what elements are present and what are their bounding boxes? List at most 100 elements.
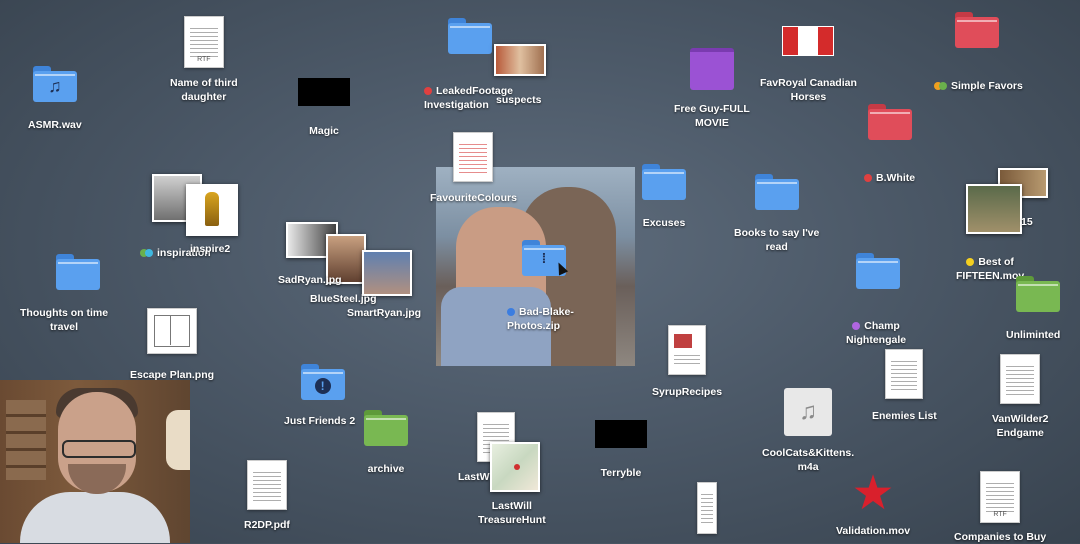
r2dp-label: R2DP.pdf [244, 519, 290, 531]
folder-icon [868, 104, 912, 140]
champ-folder[interactable] [856, 253, 900, 289]
canadian-horses-file[interactable]: FavRoyal Canadian Horses [760, 26, 857, 104]
escape-plan-file[interactable]: Escape Plan.png [130, 308, 214, 382]
unlimited-folder[interactable]: Unliminted [1006, 276, 1060, 342]
exclamation-icon: ! [301, 374, 345, 395]
folder-icon: ! [300, 364, 345, 400]
canada-flag-thumbnail [782, 26, 835, 56]
folder-icon: ♫ [32, 66, 77, 102]
just-friends-label: Just Friends 2 [284, 415, 356, 427]
magic-label: Magic [309, 125, 339, 137]
document-icon [668, 325, 707, 375]
thoughts-folder[interactable]: Thoughts on time travel [20, 254, 108, 334]
document-icon [1000, 354, 1041, 404]
excuses-folder[interactable]: Excuses [642, 164, 686, 230]
books-folder[interactable]: Books to say I've read [734, 174, 819, 254]
rtf-document-icon: RTF [980, 471, 1021, 523]
r2dp-file[interactable]: R2DP.pdf [244, 460, 290, 532]
pdf-document-icon [246, 460, 287, 510]
folder-icon [1015, 276, 1060, 312]
bad-blake-label: Bad-Blake- Photos.zip [507, 306, 574, 332]
just-friends-folder[interactable]: ! Just Friends 2 [284, 364, 355, 428]
fifteen-side-label: 15 [1021, 216, 1033, 228]
yellow-tag-icon [966, 258, 975, 266]
document-icon [885, 349, 924, 399]
movie-file-icon [689, 48, 734, 90]
smartryan-label: SmartRyan.jpg [347, 307, 422, 319]
unlimited-label: Unliminted [1006, 329, 1061, 341]
treasure-map-thumbnail[interactable] [490, 442, 540, 492]
terryble-file[interactable]: Terryble [595, 420, 647, 480]
folder-icon [856, 253, 900, 289]
music-note-icon: ♫ [48, 76, 62, 96]
asmr-folder[interactable]: ♫ ASMR.wav [28, 66, 82, 132]
folder-icon [56, 254, 101, 290]
lastwill-label: LastWill TreasureHunt [478, 500, 546, 526]
lastw-label: LastW [458, 471, 490, 483]
enemies-list-file[interactable]: Enemies List [872, 349, 937, 423]
smartryan-thumbnail[interactable] [362, 250, 412, 296]
syrup-recipes-file[interactable]: SyrupRecipes [652, 325, 722, 399]
favourite-colours-label: FavouriteColours [430, 192, 517, 204]
suspects-label: suspects [496, 94, 542, 106]
folder-icon [754, 174, 799, 210]
free-guy-file[interactable]: Free Guy-FULL MOVIE [674, 48, 750, 130]
document-icon [453, 132, 494, 182]
simple-favors-label: Simple Favors [934, 65, 1023, 93]
blue-tag-icon [507, 308, 515, 316]
coolcats-label: CoolCats&Kittens. m4a [762, 447, 855, 473]
books-label: Books to say I've read [734, 227, 820, 253]
b-white-folder[interactable] [868, 104, 912, 140]
desktop: { "icons": { "asmr": {"label": "ASMR.wav… [0, 0, 1080, 543]
asmr-label: ASMR.wav [28, 119, 82, 131]
third-daughter-label: Name of third daughter [170, 77, 238, 103]
free-guy-label: Free Guy-FULL MOVIE [674, 103, 750, 129]
floorplan-thumbnail [147, 308, 198, 354]
coolcats-file[interactable]: ♫ CoolCats&Kittens. m4a [762, 388, 854, 474]
sadryan-label: SadRyan.jpg [278, 274, 342, 286]
folder-icon [448, 18, 492, 54]
purple-tag-icon [852, 322, 861, 330]
b-white-label: B.White [864, 157, 915, 185]
folder-icon [955, 12, 999, 48]
companies-label: Companies to Buy [954, 531, 1047, 543]
favourite-colours-file[interactable]: FavouriteColours [430, 132, 517, 205]
video-thumbnail [298, 78, 350, 106]
video-thumbnail [595, 420, 647, 448]
excuses-label: Excuses [642, 217, 686, 229]
suspects-thumbnail[interactable] [494, 44, 546, 76]
red-tag-icon [424, 87, 432, 95]
archive-label: archive [367, 463, 405, 475]
third-daughter-file[interactable]: RTF Name of third daughter [170, 16, 238, 104]
companies-file[interactable]: RTF Companies to Buy [954, 471, 1046, 544]
canadian-horses-label: FavRoyal Canadian Horses [760, 77, 857, 103]
red-tag-icon [864, 174, 872, 182]
green-tag-icon [939, 82, 947, 90]
trophy-icon [205, 192, 219, 226]
folder-icon [364, 410, 408, 446]
enemies-list-label: Enemies List [872, 410, 937, 422]
fifteen-thumbnail-front[interactable] [966, 184, 1022, 234]
blue-tag-icon [145, 249, 153, 257]
terryble-label: Terryble [600, 467, 642, 479]
validation-file[interactable]: ★ Validation.mov [836, 470, 911, 538]
validation-label: Validation.mov [836, 525, 911, 537]
folder-icon [642, 164, 686, 200]
archive-folder[interactable]: archive [364, 410, 408, 476]
simple-favors-folder[interactable] [955, 12, 999, 48]
leaked-footage-folder[interactable] [448, 18, 492, 54]
inspire2-thumbnail[interactable] [186, 184, 238, 236]
map-pin-icon [514, 464, 520, 470]
vanwilder-label: VanWilder2 Endgame [992, 413, 1049, 439]
webcam-overlay [0, 380, 190, 543]
rtf-document-icon: RTF [183, 16, 224, 68]
narrow-document-icon[interactable] [697, 482, 717, 534]
bluesteel-label: BlueSteel.jpg [310, 293, 377, 305]
magic-file[interactable]: Magic [298, 78, 350, 138]
syrup-recipes-label: SyrupRecipes [652, 386, 723, 398]
music-note-icon: ♫ [784, 388, 833, 436]
thoughts-label: Thoughts on time travel [20, 307, 109, 333]
champ-label: Champ Nightengale [846, 320, 907, 346]
inspire2-label: inspire2 [190, 243, 231, 255]
vanwilder-file[interactable]: VanWilder2 Endgame [992, 354, 1049, 440]
